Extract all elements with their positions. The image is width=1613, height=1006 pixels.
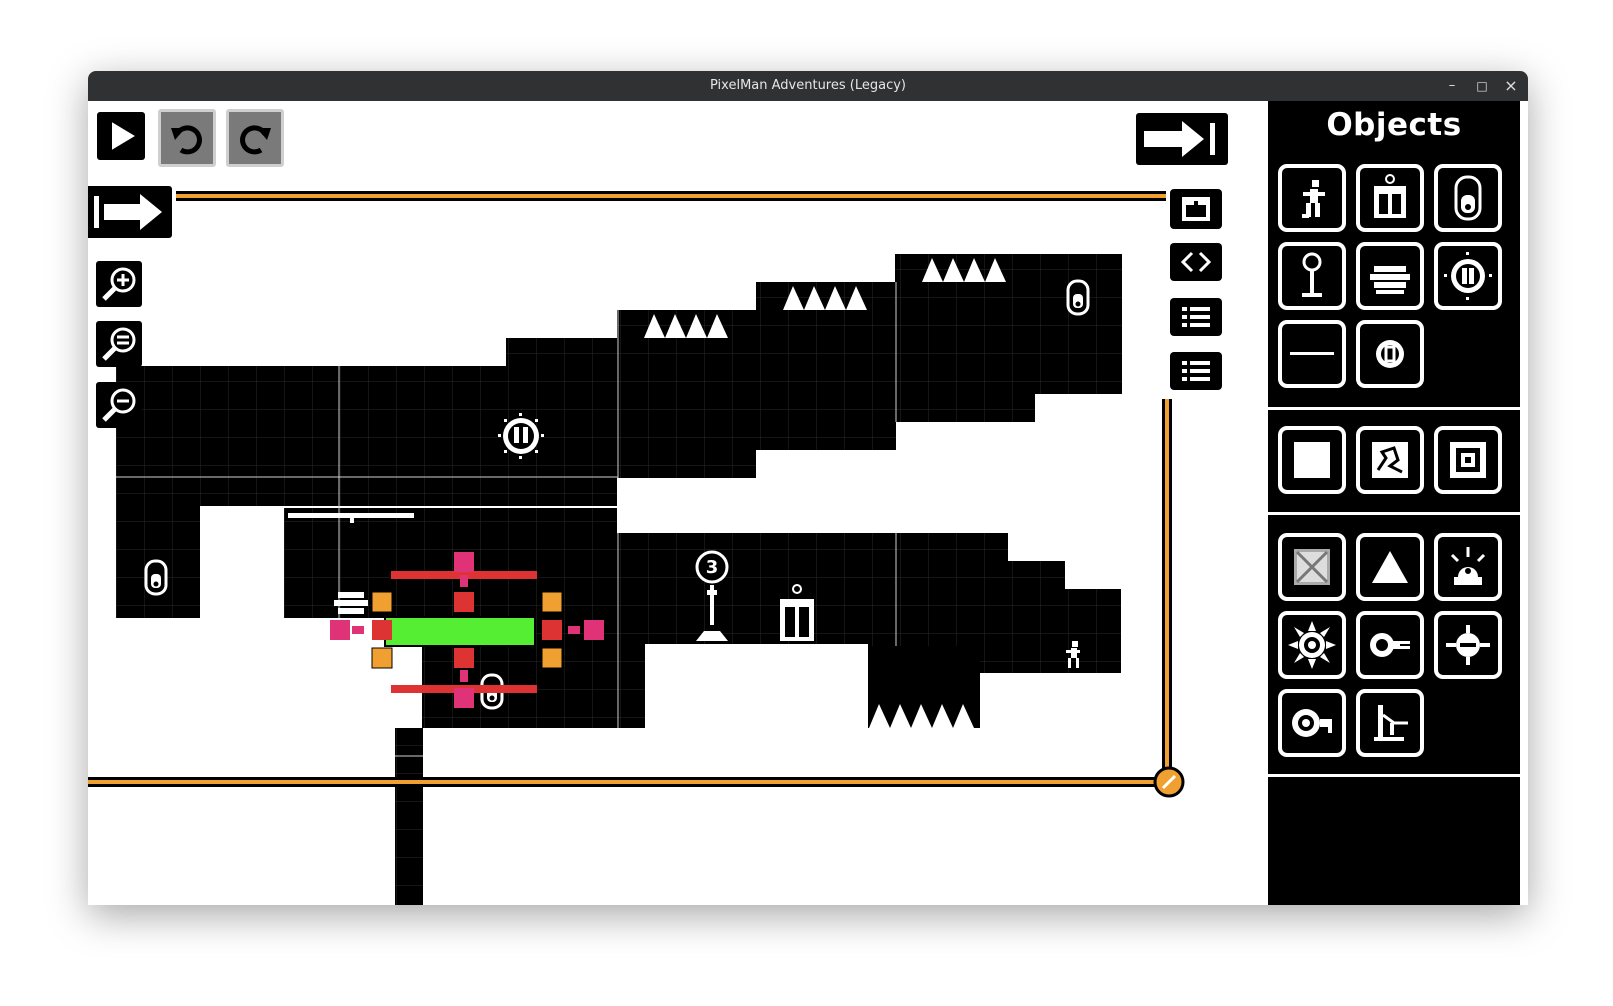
- redo-button[interactable]: [226, 109, 284, 167]
- zoom-out-icon: [102, 388, 136, 422]
- object-piston[interactable]: [1356, 689, 1424, 757]
- zoom-reset-button[interactable]: [96, 321, 142, 367]
- drone-icon: [1446, 625, 1490, 665]
- object-drone[interactable]: [1434, 611, 1502, 679]
- alarm-turret-icon: [1450, 547, 1486, 585]
- switch-icon: [1454, 175, 1482, 221]
- window-edge: [1520, 101, 1528, 905]
- tab-list-1[interactable]: [1170, 298, 1222, 336]
- object-frame-block[interactable]: [1434, 426, 1502, 494]
- object-saw-blade[interactable]: [1278, 611, 1346, 679]
- objects-divider-2: [1268, 512, 1520, 515]
- object-cannon[interactable]: [1356, 242, 1424, 310]
- object-coin[interactable]: [1356, 320, 1424, 388]
- undo-icon: [171, 125, 202, 155]
- list-icon: [1182, 307, 1210, 327]
- close-button[interactable]: ×: [1496, 71, 1526, 101]
- game-window: PixelMan Adventures (Legacy) – □ × 3 Obj…: [88, 71, 1528, 905]
- go-to-end-button[interactable]: [1136, 113, 1228, 165]
- zoom-in-icon: [102, 267, 136, 301]
- object-player[interactable]: [1278, 164, 1346, 232]
- breakable-block-icon: [1372, 442, 1408, 478]
- maximize-button[interactable]: □: [1467, 71, 1497, 101]
- door-icon: [1374, 174, 1406, 218]
- zoom-reset-icon: [102, 327, 136, 361]
- spike-icon: [1372, 551, 1408, 583]
- objects-divider-3: [1268, 774, 1520, 777]
- object-key-turret[interactable]: [1278, 689, 1346, 757]
- object-crate[interactable]: [1278, 533, 1346, 601]
- level-map: [88, 191, 1185, 905]
- go-to-start-button[interactable]: [88, 186, 172, 238]
- platform-icon: [1290, 352, 1334, 355]
- objects-title: Objects: [1326, 107, 1462, 143]
- play-button[interactable]: [97, 112, 145, 160]
- zoom-in-button[interactable]: [96, 261, 142, 307]
- objects-panel: Objects: [1268, 101, 1520, 905]
- title-bar: PixelMan Adventures (Legacy) – □ ×: [88, 71, 1528, 101]
- objects-divider-1: [1268, 407, 1520, 410]
- minimize-button[interactable]: –: [1437, 71, 1467, 101]
- object-laser-turret[interactable]: [1356, 611, 1424, 679]
- arrow-to-end-icon: [1144, 121, 1215, 157]
- zoom-out-button[interactable]: [96, 382, 142, 428]
- object-solid-block[interactable]: [1278, 426, 1346, 494]
- code-icon: [1180, 251, 1212, 273]
- frame-block-icon: [1450, 442, 1486, 478]
- object-teleporter[interactable]: [1434, 242, 1502, 310]
- cannon-icon: [1370, 266, 1410, 294]
- checkpoint-icon: [1302, 252, 1322, 297]
- key-turret-icon: [1292, 709, 1332, 737]
- object-door[interactable]: [1356, 164, 1424, 232]
- arrow-from-start-icon: [94, 194, 162, 230]
- saw-blade-icon: [1288, 621, 1336, 669]
- object-checkpoint[interactable]: [1278, 242, 1346, 310]
- teleporter-icon: [1444, 252, 1492, 300]
- level-canvas[interactable]: 3: [88, 101, 1268, 905]
- object-platform[interactable]: [1278, 320, 1346, 388]
- checkpoint-number: 3: [705, 557, 719, 578]
- object-switch[interactable]: [1434, 164, 1502, 232]
- tab-properties[interactable]: [1170, 189, 1222, 229]
- play-icon: [112, 122, 135, 150]
- panel-icon: [1182, 197, 1210, 221]
- solid-block-icon: [1294, 442, 1330, 478]
- crate-icon: [1294, 549, 1330, 585]
- piston-icon: [1374, 705, 1408, 741]
- undo-button[interactable]: [158, 109, 216, 167]
- coin-icon: [1376, 340, 1404, 368]
- window-title: PixelMan Adventures (Legacy): [710, 78, 906, 93]
- list-icon: [1182, 361, 1210, 381]
- tab-code[interactable]: [1170, 243, 1222, 281]
- object-spike[interactable]: [1356, 533, 1424, 601]
- redo-icon: [240, 125, 271, 155]
- player-icon: [1302, 180, 1325, 218]
- object-breakable-block[interactable]: [1356, 426, 1424, 494]
- tab-list-2[interactable]: [1170, 352, 1222, 390]
- object-alarm-turret[interactable]: [1434, 533, 1502, 601]
- laser-turret-icon: [1370, 633, 1410, 657]
